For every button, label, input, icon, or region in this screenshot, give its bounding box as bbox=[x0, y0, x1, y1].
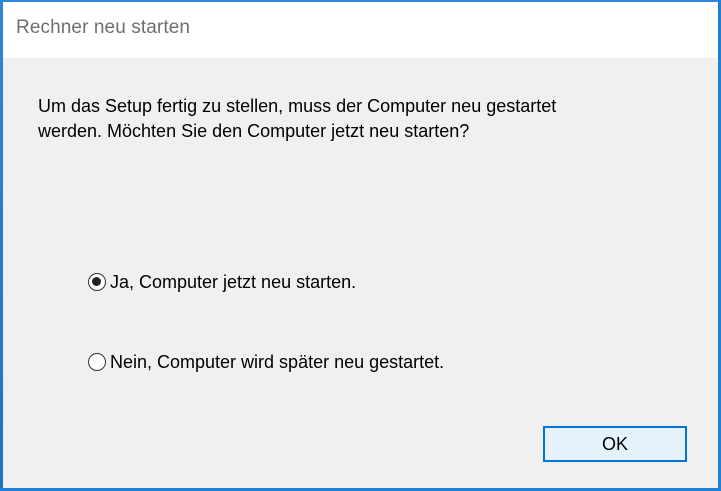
radio-dot bbox=[92, 277, 101, 286]
radio-option-restart-now[interactable]: Ja, Computer jetzt neu starten. bbox=[88, 269, 356, 295]
restart-dialog: Rechner neu starten Um das Setup fertig … bbox=[0, 0, 721, 491]
window-title: Rechner neu starten bbox=[16, 17, 191, 38]
message-line-2: werden. Möchten Sie den Computer jetzt n… bbox=[38, 121, 470, 141]
radio-label-restart-now: Ja, Computer jetzt neu starten. bbox=[110, 271, 357, 292]
dialog-body: Um das Setup fertig zu stellen, muss der… bbox=[3, 58, 718, 488]
ok-button[interactable]: OK bbox=[543, 426, 687, 462]
dialog-message: Um das Setup fertig zu stellen, muss der… bbox=[38, 94, 698, 144]
radio-label-restart-later: Nein, Computer wird später neu gestartet… bbox=[110, 351, 445, 372]
message-line-1: Um das Setup fertig zu stellen, muss der… bbox=[38, 96, 557, 116]
title-bar[interactable]: Rechner neu starten bbox=[3, 2, 718, 58]
radio-selected-icon[interactable] bbox=[88, 273, 106, 291]
radio-option-restart-later[interactable]: Nein, Computer wird später neu gestartet… bbox=[88, 349, 444, 375]
radio-unselected-icon[interactable] bbox=[88, 353, 106, 371]
